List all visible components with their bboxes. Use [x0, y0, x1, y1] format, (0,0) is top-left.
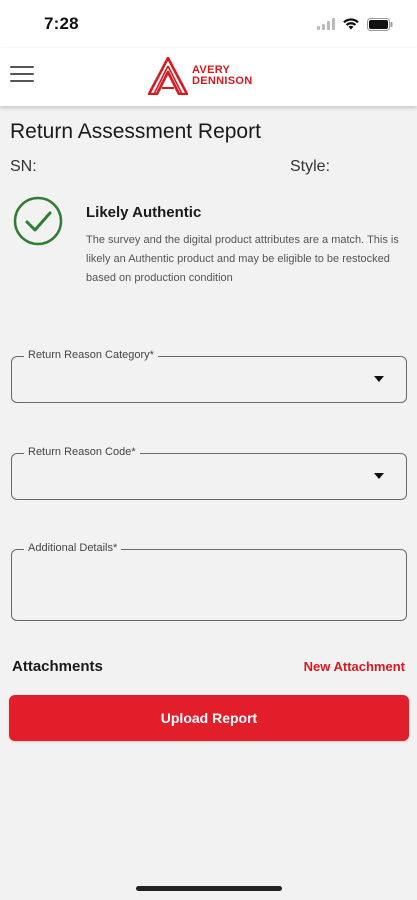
additional-details-label: Additional Details* [24, 542, 122, 554]
brand-line-2: DENNISON [192, 75, 253, 87]
status-bar: 7:28 [0, 0, 417, 48]
result-description: The survey and the digital product attri… [86, 234, 399, 284]
page-title: Return Assessment Report [10, 120, 261, 143]
signal-icon [317, 18, 335, 30]
new-attachment-link[interactable]: New Attachment [304, 659, 405, 674]
return-reason-category-label: Return Reason Category* [24, 349, 158, 361]
app-header: AVERY DENNISON [0, 48, 417, 106]
chevron-down-icon [374, 473, 384, 479]
return-reason-category-select[interactable]: Return Reason Category* [11, 349, 407, 403]
battery-icon [367, 17, 393, 31]
sn-label: SN: [10, 158, 37, 175]
chevron-down-icon [374, 376, 384, 382]
upload-report-label: Upload Report [160, 710, 258, 726]
attachments-label: Attachments [12, 658, 103, 675]
return-reason-code-select[interactable]: Return Reason Code* [11, 446, 407, 500]
result-title: Likely Authentic [86, 204, 202, 221]
brand-logo: AVERY DENNISON [148, 56, 252, 96]
status-time: 7:28 [44, 14, 79, 33]
avery-dennison-logo-icon [148, 57, 188, 95]
additional-details-field[interactable]: Additional Details* [11, 542, 407, 621]
return-reason-code-label: Return Reason Code* [24, 446, 140, 458]
brand-name: AVERY DENNISON [192, 65, 252, 87]
check-circle-icon [13, 196, 63, 246]
style-label: Style: [290, 158, 331, 175]
menu-icon[interactable] [10, 66, 34, 86]
status-icons [317, 16, 393, 32]
upload-report-button[interactable]: Upload Report [9, 695, 409, 741]
wifi-icon [343, 18, 359, 30]
home-indicator [136, 886, 282, 891]
